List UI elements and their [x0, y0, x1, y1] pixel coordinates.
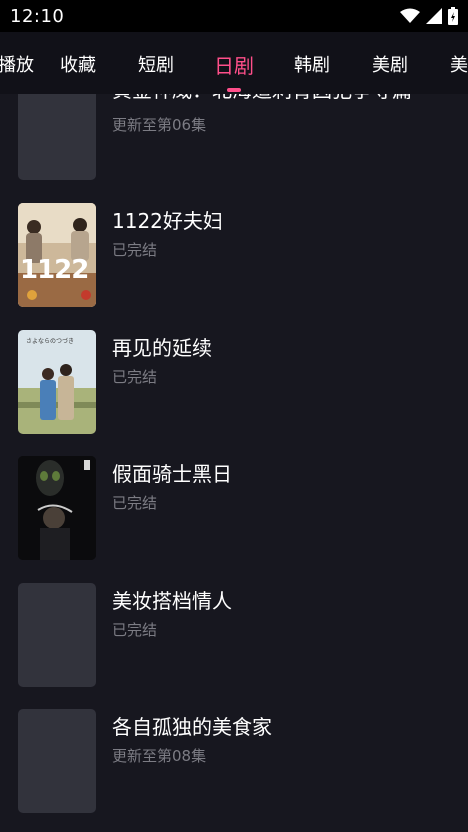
item-status: 已完结: [112, 621, 158, 639]
status-icons: [400, 7, 458, 25]
signal-icon: [426, 8, 442, 24]
list-item[interactable]: 黄金神威：北海道刺青囚犯争夺篇 更新至第06集: [0, 94, 468, 180]
battery-icon: [448, 7, 458, 25]
tab-favorites[interactable]: 收藏: [60, 32, 96, 94]
item-title: 黄金神威：北海道刺青囚犯争夺篇: [112, 94, 412, 103]
tab-american-drama[interactable]: 美剧: [372, 32, 408, 94]
poster-placeholder: [18, 94, 96, 180]
item-title: 假面骑士黑日: [112, 462, 232, 486]
item-status: 更新至第06集: [112, 116, 207, 134]
tab-more[interactable]: 美: [450, 32, 468, 94]
tab-play[interactable]: 播放: [0, 32, 34, 94]
category-tabbar: 播放 收藏 短剧 日剧 韩剧 美剧 美: [0, 32, 468, 94]
item-title: 各自孤独的美食家: [112, 715, 272, 739]
poster-text: 1122: [20, 255, 89, 285]
list-item[interactable]: 美妆搭档情人 已完结: [0, 583, 468, 687]
item-title: 美妆搭档情人: [112, 589, 232, 613]
list-item[interactable]: 1122 1122好夫妇 已完结: [0, 203, 468, 307]
wifi-icon: [400, 8, 420, 23]
tab-japanese-drama[interactable]: 日剧: [214, 32, 254, 94]
status-bar: 12:10: [0, 0, 468, 32]
drama-list: 黄金神威：北海道刺青囚犯争夺篇 更新至第06集 1122 1122好夫妇 已完结: [0, 94, 468, 832]
status-time: 12:10: [10, 5, 65, 27]
item-status: 已完结: [112, 241, 158, 259]
list-item[interactable]: さよならのつづき 再见的延续 已完结: [0, 330, 468, 434]
item-status: 已完结: [112, 494, 158, 512]
active-tab-indicator: [227, 88, 241, 92]
poster-text: さよならのつづき: [26, 338, 75, 345]
item-title: 1122好夫妇: [112, 209, 223, 233]
poster-image: さよならのつづき: [18, 330, 96, 434]
item-title: 再见的延续: [112, 336, 212, 360]
tab-short-drama[interactable]: 短剧: [138, 32, 174, 94]
poster-placeholder: [18, 709, 96, 813]
item-status: 已完结: [112, 368, 158, 386]
poster-placeholder: [18, 583, 96, 687]
poster-image: [18, 456, 96, 560]
list-item[interactable]: 假面骑士黑日 已完结: [0, 456, 468, 560]
item-status: 更新至第08集: [112, 747, 207, 765]
tab-korean-drama[interactable]: 韩剧: [294, 32, 330, 94]
list-item[interactable]: 各自孤独的美食家 更新至第08集: [0, 709, 468, 813]
poster-image: 1122: [18, 203, 96, 307]
